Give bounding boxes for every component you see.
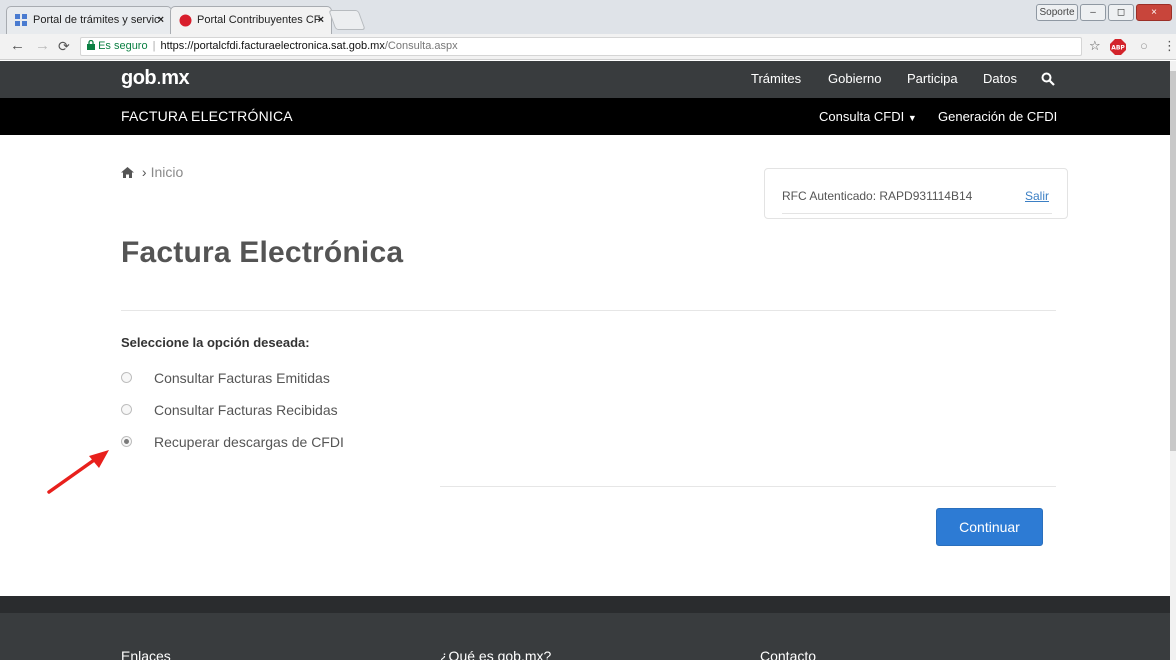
rfc-panel: RFC Autenticado: RAPD931114B14 Salir — [764, 168, 1068, 219]
browser-tab-tramites[interactable]: Portal de trámites y servic × — [6, 6, 172, 34]
menu-generacion-cfdi[interactable]: Generación de CFDI — [938, 109, 1057, 124]
breadcrumb-inicio[interactable]: Inicio — [151, 164, 184, 180]
option-label: Consultar Facturas Emitidas — [154, 370, 330, 386]
gobmx-navbar: gob.mx Trámites Gobierno Participa Datos — [0, 61, 1176, 98]
tab-label: Portal Contribuyentes CF — [197, 14, 321, 26]
red-circle-favicon-icon — [179, 14, 192, 27]
home-icon[interactable] — [121, 167, 134, 178]
browser-tab-bar: Portal de trámites y servic × Portal Con… — [0, 0, 1176, 34]
footer-contacto: Contacto — [760, 648, 817, 664]
url-input[interactable]: Es seguro | https://portalcfdi.facturaelec… — [80, 37, 1082, 56]
url-host: https://portalcfdi.facturaelectronica.sa… — [160, 40, 385, 52]
tab-label: Portal de trámites y servic — [33, 14, 160, 26]
search-icon[interactable] — [1041, 72, 1055, 86]
back-arrow-icon[interactable]: ← — [10, 37, 25, 55]
minimize-button[interactable]: – — [1080, 4, 1106, 21]
salir-link[interactable]: Salir — [1025, 189, 1049, 203]
forward-arrow-icon[interactable]: → — [35, 37, 50, 55]
chevron-right-icon: › — [141, 164, 147, 180]
continuar-button[interactable]: Continuar — [936, 508, 1043, 546]
profile-button[interactable]: Soporte — [1036, 4, 1078, 21]
divider: | — [152, 40, 156, 52]
section-navbar: FACTURA ELECTRÓNICA Consulta CFDI ▼ Gene… — [0, 98, 1176, 135]
footer-enlaces: Enlaces — [121, 648, 171, 664]
page-title: Factura Electrónica — [121, 236, 404, 269]
secure-label: Es seguro — [98, 40, 148, 52]
page-scrollbar[interactable] — [1170, 61, 1176, 660]
radio-button-checked[interactable] — [121, 436, 132, 447]
logo-text: gob — [121, 67, 157, 89]
new-tab-button[interactable] — [328, 10, 366, 30]
adblock-icon[interactable]: ABP — [1110, 39, 1126, 55]
close-tab-icon[interactable]: × — [318, 7, 324, 33]
option-label: Recuperar descargas de CFDI — [154, 434, 344, 450]
grid-favicon-icon — [15, 14, 27, 26]
option-label: Consultar Facturas Recibidas — [154, 402, 338, 418]
menu-dots-icon[interactable]: ⋮ — [1163, 38, 1176, 54]
annotation-arrow-icon — [47, 450, 109, 494]
scrollbar-thumb[interactable] — [1170, 71, 1176, 451]
rfc-authenticated-label: RFC Autenticado: RAPD931114B14 — [782, 189, 973, 203]
menu-consulta-cfdi[interactable]: Consulta CFDI ▼ — [819, 109, 917, 124]
logo-suffix: mx — [161, 67, 190, 89]
reload-icon[interactable]: ⟳ — [58, 37, 70, 55]
divider — [782, 213, 1052, 214]
svg-text:ABP: ABP — [1111, 45, 1125, 52]
window-controls: Soporte – ◻ × — [1036, 4, 1172, 21]
extension-icon[interactable]: ○ — [1140, 38, 1148, 53]
section-brand[interactable]: FACTURA ELECTRÓNICA — [121, 108, 293, 124]
close-tab-icon[interactable]: × — [158, 7, 164, 33]
breadcrumb: › Inicio — [121, 164, 183, 180]
maximize-button[interactable]: ◻ — [1108, 4, 1134, 21]
options-prompt: Seleccione la opción deseada: — [121, 335, 310, 350]
nav-datos[interactable]: Datos — [983, 71, 1017, 86]
gobmx-logo[interactable]: gob.mx — [121, 67, 190, 90]
star-icon[interactable]: ☆ — [1089, 38, 1101, 54]
radio-button[interactable] — [121, 372, 132, 383]
divider — [440, 486, 1056, 487]
address-bar: ← → ⟳ Es seguro | https://portalcfdi.factu… — [0, 34, 1176, 60]
browser-tab-portal[interactable]: Portal Contribuyentes CF × — [170, 6, 332, 34]
caret-down-icon: ▼ — [907, 113, 917, 123]
lock-icon — [87, 39, 95, 50]
radio-button[interactable] — [121, 404, 132, 415]
menu-label: Consulta CFDI — [819, 109, 905, 124]
nav-gobierno[interactable]: Gobierno — [828, 71, 881, 86]
nav-tramites[interactable]: Trámites — [751, 71, 801, 86]
footer: Enlaces ¿Qué es gob.mx? Contacto — [0, 596, 1176, 664]
close-window-button[interactable]: × — [1136, 4, 1172, 21]
divider — [121, 310, 1056, 311]
url-path: /Consulta.aspx — [384, 40, 458, 52]
footer-que-es: ¿Qué es gob.mx? — [440, 648, 552, 664]
footer-strip — [0, 596, 1176, 613]
nav-participa[interactable]: Participa — [907, 71, 958, 86]
